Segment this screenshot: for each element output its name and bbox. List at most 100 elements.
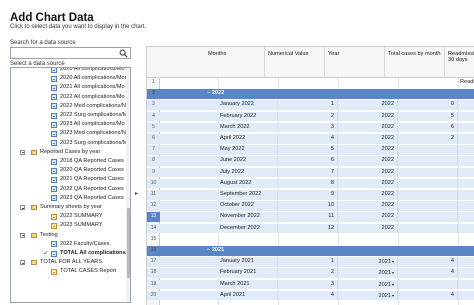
table-cell[interactable]: 2022 <box>338 167 398 178</box>
column-header[interactable]: Year <box>325 47 385 78</box>
tree-folder[interactable]: Summary sheets by year <box>11 203 127 212</box>
tree-item[interactable]: 2021 QA Reported Cases <box>11 175 127 184</box>
table-cell[interactable] <box>458 168 474 178</box>
tree-item[interactable]: 2022 Med complications/N <box>11 102 127 111</box>
tree-item[interactable]: 2023 QA Reported Cases <box>11 194 127 203</box>
table-cell[interactable] <box>398 201 458 211</box>
table-cell[interactable]: 2022 <box>338 100 398 110</box>
table-cell[interactable]: 11 <box>278 212 338 222</box>
table-cell[interactable] <box>458 280 474 290</box>
table-cell[interactable]: 2022 <box>338 223 398 234</box>
column-header[interactable]: Numerical Value <box>265 47 325 78</box>
table-cell[interactable] <box>398 78 458 88</box>
search-icon[interactable] <box>119 49 128 58</box>
table-cell[interactable]: 2021▾ <box>338 268 398 278</box>
table-cell[interactable] <box>398 223 458 234</box>
table-row[interactable]: 11 September 2022 9 2022 <box>147 190 474 200</box>
tree-item[interactable]: 2021 All complications/Mo <box>11 83 127 92</box>
search-box[interactable] <box>10 47 131 65</box>
table-cell[interactable] <box>218 235 278 245</box>
tree-item[interactable]: 2020 All complications/Mo <box>11 68 127 74</box>
data-source-tree[interactable]: TOTAL CASES Report TOTAL FOR ALL YEARS ✓ TO… <box>10 67 131 303</box>
tree-item[interactable]: 2022 Surg complications/M <box>11 111 127 120</box>
table-row[interactable]: 8 June 2022 6 2022 <box>147 156 474 166</box>
table-cell[interactable] <box>398 145 458 155</box>
expand-panel-arrow-icon[interactable]: ▸ <box>135 190 138 197</box>
table-cell[interactable]: 1 <box>278 100 338 110</box>
table-cell[interactable]: 4 <box>398 257 458 267</box>
table-cell[interactable]: August 2022 <box>218 178 278 189</box>
table-cell[interactable] <box>398 190 458 200</box>
table-cell[interactable] <box>338 235 398 245</box>
table-cell[interactable]: September 2022 <box>218 190 278 200</box>
tree-folder[interactable]: Reported Cases by year <box>11 148 127 157</box>
table-cell[interactable] <box>458 134 474 144</box>
table-cell[interactable]: January 2022 <box>218 100 278 110</box>
tree-item[interactable]: 2022 All complications/Mo <box>11 93 127 102</box>
column-header[interactable]: Total cases by month <box>385 47 445 78</box>
tree-scrollbar-thumb[interactable] <box>126 208 130 278</box>
table-cell[interactable]: 8 <box>278 178 338 189</box>
table-cell[interactable] <box>458 224 474 234</box>
table-cell[interactable] <box>338 78 398 88</box>
table-row[interactable]: 3 January 2022 1 2022 0 <box>147 100 474 110</box>
group-row[interactable]: 16 − 2021 <box>147 246 474 256</box>
table-cell[interactable]: March 2021 <box>218 279 278 290</box>
table-cell[interactable] <box>398 167 458 178</box>
group-label[interactable]: − 2021 <box>207 246 307 256</box>
table-cell[interactable] <box>458 156 474 166</box>
table-cell[interactable]: 2022 <box>338 156 398 166</box>
data-sheet-grid[interactable]: Months Numerical Value Year Total cases by … <box>146 46 474 305</box>
table-cell[interactable] <box>218 78 278 88</box>
table-cell[interactable]: April 2021 <box>218 290 278 301</box>
table-cell[interactable] <box>458 235 474 245</box>
table-cell[interactable]: 2021▾ <box>338 257 398 267</box>
table-cell[interactable] <box>458 268 474 278</box>
table-cell[interactable]: 4 <box>398 290 458 301</box>
table-cell[interactable]: 2022 <box>338 111 398 122</box>
table-cell[interactable]: April 2022 <box>218 134 278 144</box>
table-cell[interactable]: 3 <box>278 279 338 290</box>
table-row[interactable]: 18 February 2021 2 2021▾ 4 <box>147 268 474 278</box>
table-row[interactable]: 10 August 2022 8 2022 <box>147 178 474 189</box>
tree-scrollbar[interactable] <box>126 68 130 302</box>
table-cell[interactable]: 7 <box>278 167 338 178</box>
table-row[interactable]: 15 <box>147 235 474 245</box>
tree-item[interactable]: 2022 SUMMARY <box>11 212 127 221</box>
table-row[interactable]: 7 May 2022 5 2022 <box>147 145 474 155</box>
table-row[interactable]: 17 January 2021 1 2021▾ 4 <box>147 257 474 267</box>
table-cell[interactable] <box>458 212 474 222</box>
table-cell[interactable] <box>458 190 474 200</box>
table-cell[interactable]: 12 <box>278 223 338 234</box>
table-cell[interactable] <box>278 235 338 245</box>
group-label[interactable]: − 2022 <box>207 89 307 99</box>
table-cell[interactable]: 2021▾ <box>338 279 398 290</box>
table-cell[interactable] <box>458 100 474 110</box>
table-row[interactable]: 4 February 2022 2 2022 5 <box>147 111 474 122</box>
table-row[interactable]: 19 March 2021 3 2021▾ <box>147 279 474 290</box>
tree-folder[interactable]: TOTAL FOR ALL YEARS <box>11 258 127 267</box>
collapse-toggle-icon[interactable] <box>20 232 25 238</box>
table-cell[interactable]: 3 <box>278 122 338 133</box>
table-cell[interactable]: 2022 <box>338 212 398 222</box>
table-cell[interactable] <box>458 145 474 155</box>
table-row[interactable]: 5 March 2022 3 2022 6 <box>147 122 474 133</box>
table-cell[interactable] <box>398 156 458 166</box>
tree-folder[interactable]: Testing <box>11 231 127 240</box>
group-row[interactable]: 2 − 2022 <box>147 89 474 99</box>
table-cell[interactable]: 5 <box>278 145 338 155</box>
table-cell[interactable] <box>398 178 458 189</box>
table-cell[interactable] <box>458 291 474 301</box>
table-cell[interactable]: 2022 <box>338 134 398 144</box>
tree-item[interactable]: ✓ TOTAL All complications/N <box>11 249 127 258</box>
table-row[interactable]: 20 April 2021 4 2021▾ 4 <box>147 290 474 301</box>
table-cell[interactable]: November 2022 <box>218 212 278 222</box>
table-cell[interactable]: 2 <box>398 134 458 144</box>
table-cell[interactable] <box>278 78 338 88</box>
table-cell[interactable]: Readmissio <box>458 78 474 88</box>
table-cell[interactable] <box>398 235 458 245</box>
tree-item[interactable]: 2023 All complications/Mo <box>11 120 127 129</box>
table-cell[interactable] <box>458 201 474 211</box>
table-cell[interactable]: 2022 <box>338 145 398 155</box>
table-cell[interactable] <box>398 212 458 222</box>
